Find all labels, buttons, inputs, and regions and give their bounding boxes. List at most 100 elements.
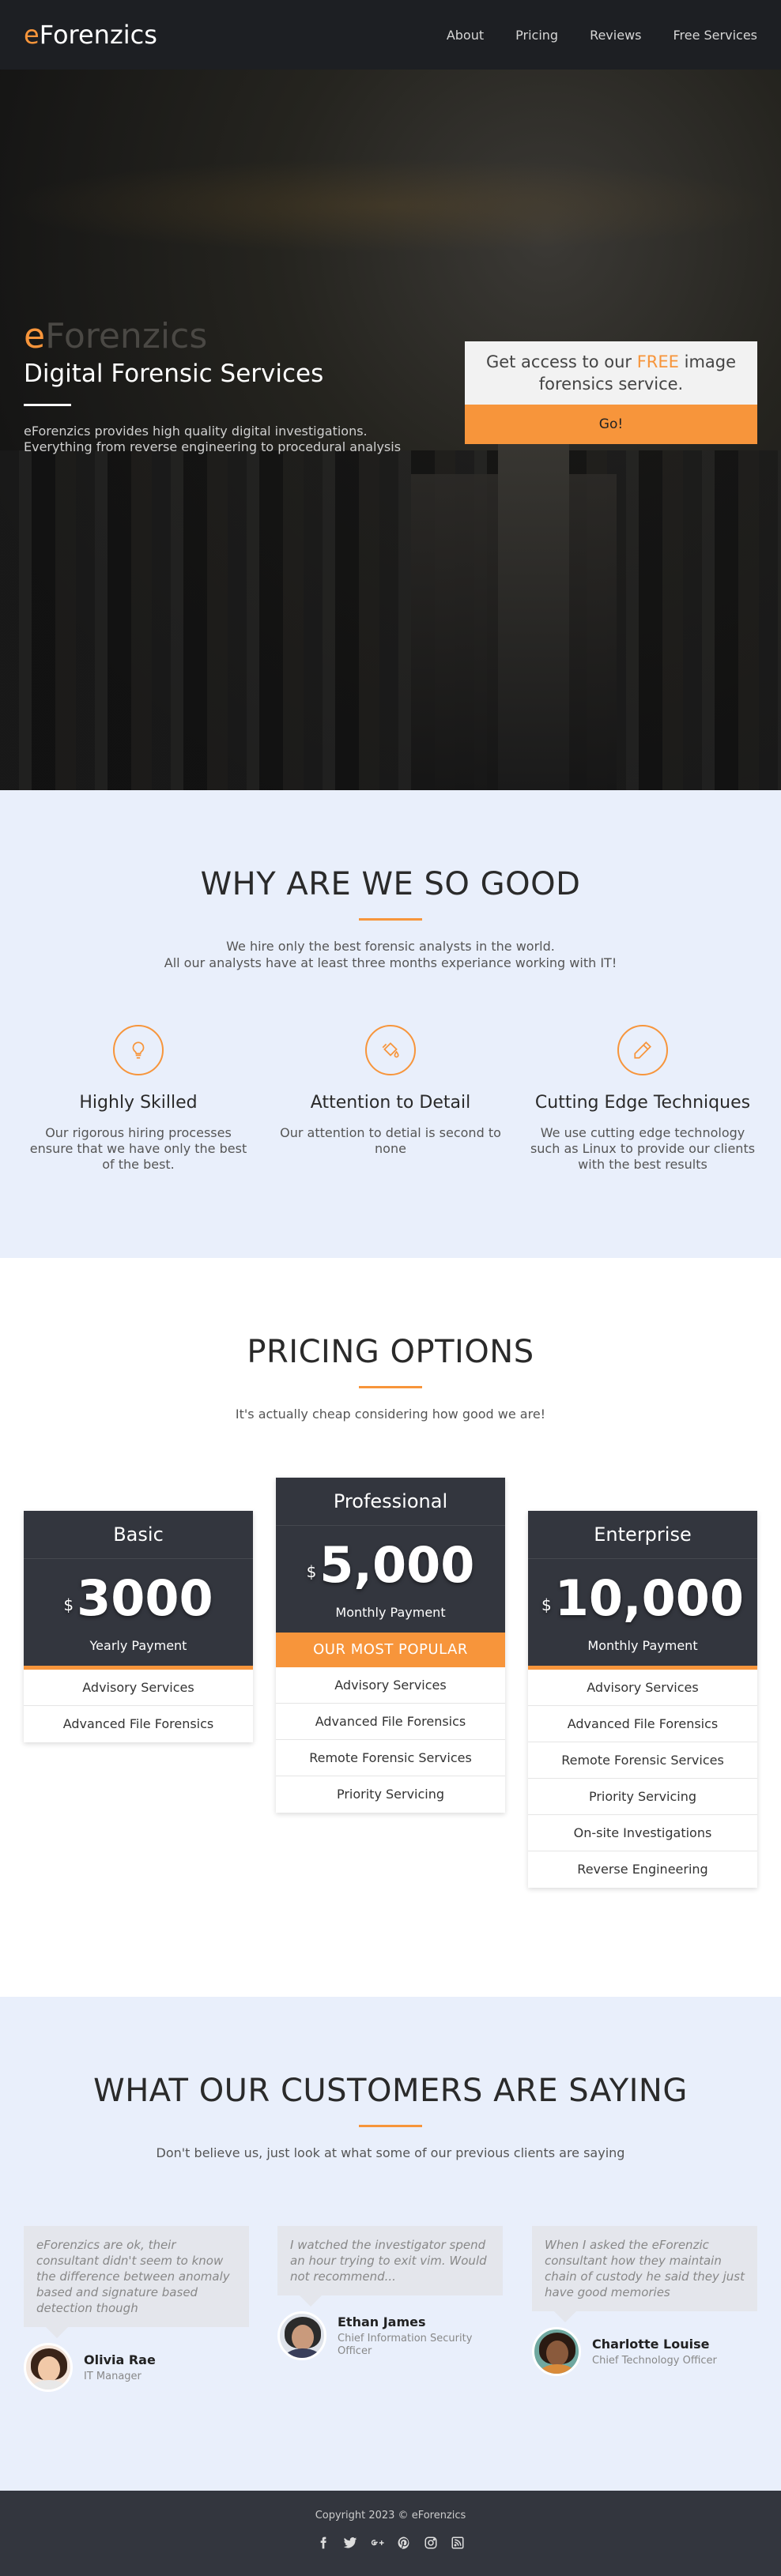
pricing-subtitle: It's actually cheap considering how good… [235,1407,546,1422]
hero-background-city [0,450,781,790]
avatar [24,2343,73,2392]
hero-divider [24,404,71,406]
pricing-section: PRICING OPTIONS It's actually cheap cons… [0,1258,781,1997]
plan-feature: Advisory Services [276,1667,505,1704]
why-section: WHY ARE WE SO GOOD We hire only the best… [0,790,781,1258]
author-role: Chief Technology Officer [592,2354,717,2367]
hero-city-glow [0,158,781,253]
testimonials-subtitle: Don't believe us, just look at what some… [156,2145,625,2160]
author-info: Charlotte Louise Chief Technology Office… [592,2337,717,2367]
plan-period: Yearly Payment [89,1638,187,1653]
plan-name: Professional [276,1478,505,1526]
plan-features: Advisory Services Advanced File Forensic… [528,1670,757,1888]
lightbulb-icon [113,1025,164,1075]
hero-title: Digital Forensic Services [24,360,324,388]
paint-bucket-icon [365,1025,416,1075]
feature-list: Highly Skilled Our rigorous hiring proce… [0,1025,781,1173]
pinterest-icon[interactable] [396,2536,412,2553]
plan-feature: On-site Investigations [528,1815,757,1851]
plan-price: $10,000 [541,1569,744,1627]
why-subtitle-line2: All our analysts have at least three mon… [164,955,617,970]
copyright: Copyright 2023 © eForenzics [315,2510,466,2521]
testimonial-olivia: eForenzics are ok, their consultant didn… [24,2226,249,2392]
plan-header: Basic $3000 Yearly Payment [24,1511,253,1666]
feature-title: Attention to Detail [310,1093,471,1113]
plan-feature: Advisory Services [528,1670,757,1706]
why-title: WHY ARE WE SO GOOD [200,866,581,902]
go-button[interactable]: Go! [465,405,757,444]
author-info: Ethan James Chief Information Security O… [338,2314,503,2358]
plan-features: Advisory Services Advanced File Forensic… [24,1670,253,1742]
nav-link-reviews[interactable]: Reviews [590,28,641,43]
avatar-face [38,2356,60,2382]
nav-link-pricing[interactable]: Pricing [515,28,558,43]
free-highlight: FREE [636,352,679,371]
rss-icon[interactable] [450,2536,466,2553]
feature-highly-skilled: Highly Skilled Our rigorous hiring proce… [24,1025,253,1173]
social-links [0,2536,781,2553]
plan-features: Advisory Services Advanced File Forensic… [276,1667,505,1813]
testimonial-quote: I watched the investigator spend an hour… [277,2226,503,2307]
nav-link-free-services[interactable]: Free Services [673,28,757,43]
plan-period: Monthly Payment [587,1638,698,1653]
hero-intro: eForenzics Digital Forensic Services eFo… [24,316,435,455]
brand-logo[interactable]: eForenzics [24,20,157,50]
pricing-divider [359,1386,422,1388]
plan-feature: Advanced File Forensics [62,1716,214,1731]
author-role: Chief Information Security Officer [338,2332,473,2357]
pricing-title: PRICING OPTIONS [247,1334,534,1370]
nav-link-about[interactable]: About [447,28,484,43]
author-name: Olivia Rae [84,2352,156,2367]
avatar-body [283,2348,323,2358]
plan-feature: Reverse Engineering [577,1862,708,1877]
why-subtitle-line1: We hire only the best forensic analysts … [226,939,555,954]
author-name: Ethan James [338,2314,426,2329]
plan-name: Basic [24,1511,253,1559]
testimonial-quote: eForenzics are ok, their consultant didn… [24,2226,249,2338]
feature-title: Highly Skilled [79,1093,198,1113]
free-service-cta: Get access to our FREE image forensics s… [465,341,757,444]
plan-feature: Priority Servicing [336,1787,445,1802]
nav-links: About Pricing Reviews Free Services [447,28,757,43]
avatar-body [29,2380,69,2390]
feature-text: Our attention to detial is second to non… [280,1125,501,1156]
hero-background-tower [498,419,569,790]
plan-header: Professional $5,000 Monthly Payment [276,1478,505,1633]
avatar [277,2311,326,2360]
testimonials-section: WHAT OUR CUSTOMERS ARE SAYING Don't beli… [0,1997,781,2491]
google-plus-icon[interactable] [369,2536,385,2553]
why-divider [359,918,422,921]
avatar-face [292,2325,314,2350]
instagram-icon[interactable] [423,2536,439,2553]
twitter-icon[interactable] [342,2536,358,2553]
testimonials-title: WHAT OUR CUSTOMERS ARE SAYING [93,2073,688,2109]
plan-feature: Priority Servicing [528,1779,757,1815]
plan-period: Monthly Payment [335,1605,446,1620]
top-navbar: eForenzics About Pricing Reviews Free Se… [0,0,781,70]
feature-attention-to-detail: Attention to Detail Our attention to det… [276,1025,505,1173]
plan-professional: Professional $5,000 Monthly Payment OUR … [276,1478,505,1813]
testimonial-charlotte: When I asked the eForenzic consultant ho… [532,2226,757,2376]
testimonials-divider [359,2125,422,2127]
testimonial-ethan: I watched the investigator spend an hour… [277,2226,503,2360]
testimonial-author: Charlotte Louise Chief Technology Office… [532,2327,757,2376]
feature-text: Our rigorous hiring processes ensure tha… [29,1125,247,1172]
facebook-icon[interactable] [315,2536,331,2553]
hero-brand: eForenzics [24,316,208,356]
plan-feature: Remote Forensic Services [276,1740,505,1776]
feature-text: We use cutting edge technology such as L… [530,1125,756,1172]
author-info: Olivia Rae IT Manager [84,2352,156,2383]
testimonial-author: Olivia Rae IT Manager [24,2343,249,2392]
plan-feature: Advisory Services [24,1670,253,1706]
author-name: Charlotte Louise [592,2336,710,2352]
cta-message: Get access to our FREE image forensics s… [465,341,757,405]
feature-title: Cutting Edge Techniques [534,1093,751,1113]
plan-feature: Advanced File Forensics [276,1704,505,1740]
pencil-icon [617,1025,668,1075]
avatar-body [538,2364,577,2374]
testimonial-author: Ethan James Chief Information Security O… [277,2311,503,2360]
hero-section: eForenzics Digital Forensic Services eFo… [0,0,781,790]
plan-enterprise: Enterprise $10,000 Monthly Payment Advis… [528,1511,757,1888]
plan-price: $5,000 [306,1536,475,1594]
most-popular-badge: OUR MOST POPULAR [276,1633,505,1667]
